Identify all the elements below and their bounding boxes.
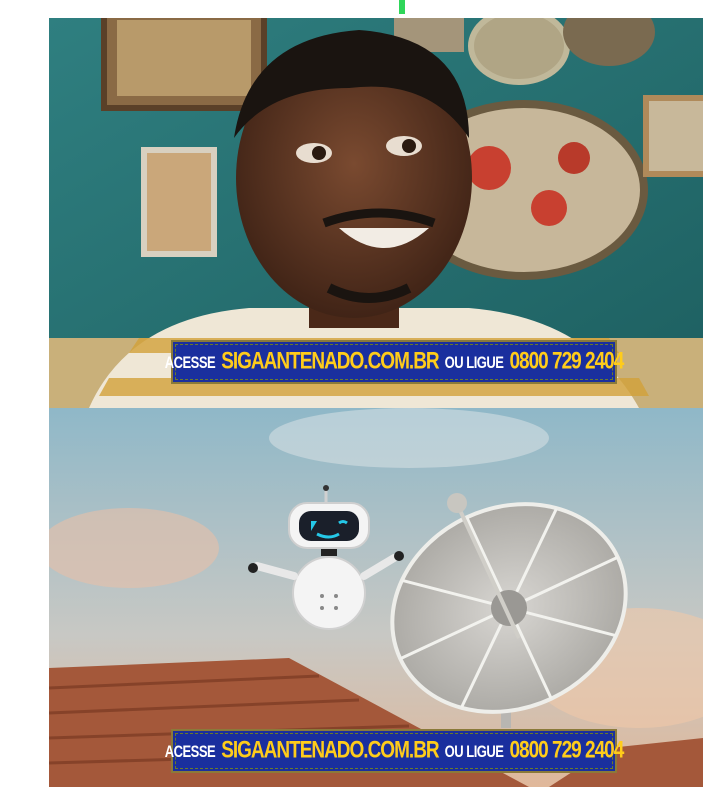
promo-banner-top: ACESSE SIGAANTENADO.COM.BR OU LIGUE 0800… [165,340,624,384]
banner-site: SIGAANTENADO.COM.BR [221,348,439,375]
banner-middle: OU LIGUE [444,741,504,761]
promo-banner-bottom: ACESSE SIGAANTENADO.COM.BR OU LIGUE 0800… [165,729,624,773]
banner-phone: 0800 729 2404 [509,737,624,764]
banner-prefix: ACESSE [164,352,216,372]
progress-marker [399,0,405,14]
banner-prefix: ACESSE [164,741,216,761]
banner-site: SIGAANTENADO.COM.BR [221,737,439,764]
video-frame-top: ACESSE SIGAANTENADO.COM.BR OU LIGUE 0800… [49,18,703,408]
video-frame-bottom: ACESSE SIGAANTENADO.COM.BR OU LIGUE 0800… [49,408,703,787]
banner-phone: 0800 729 2404 [509,348,624,375]
banner-middle: OU LIGUE [444,352,504,372]
